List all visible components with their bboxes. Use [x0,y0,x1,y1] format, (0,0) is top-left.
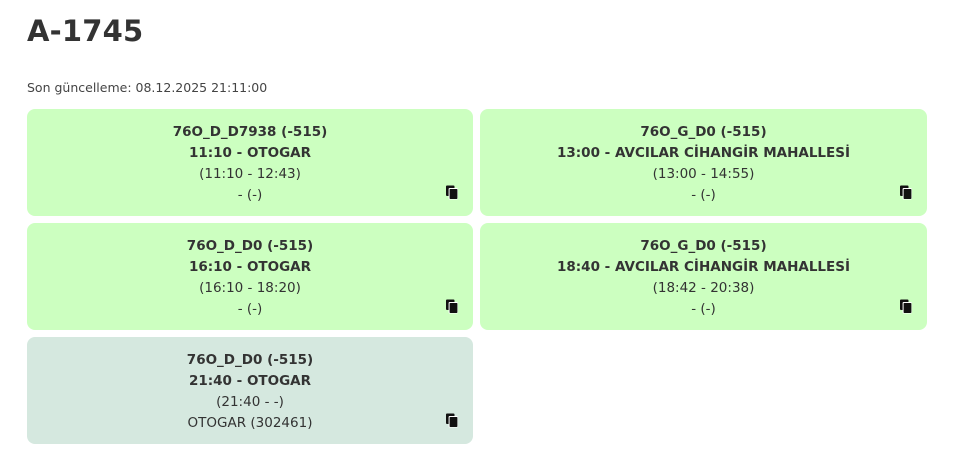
trip-stop: - (-) [691,301,716,317]
trip-departure: 18:40 - AVCILAR CİHANGİR MAHALLESİ [556,259,850,275]
trip-card-current: 76O_D_D0 (-515) 21:40 - OTOGAR (21:40 - … [27,337,473,444]
trip-card: 76O_D_D0 (-515) 16:10 - OTOGAR (16:10 - … [27,223,473,330]
last-update-label: Son güncelleme: [27,80,132,95]
trip-route: 76O_D_D0 (-515) [186,352,314,368]
trip-route: 76O_D_D7938 (-515) [172,124,328,140]
trip-grid: 76O_D_D7938 (-515) 11:10 - OTOGAR (11:10… [27,109,927,444]
copy-icon[interactable] [445,185,459,200]
trip-route: 76O_G_D0 (-515) [640,238,767,254]
trip-times: (18:42 - 20:38) [652,280,755,296]
trip-card: 76O_D_D7938 (-515) 11:10 - OTOGAR (11:10… [27,109,473,216]
copy-icon[interactable] [899,185,913,200]
trip-stop: - (-) [237,187,263,203]
last-update-value: 08.12.2025 21:11:00 [135,80,268,95]
trip-card: 76O_G_D0 (-515) 13:00 - AVCILAR CİHANGİR… [480,109,927,216]
trip-times: (16:10 - 18:20) [199,280,301,296]
trip-times: (13:00 - 14:55) [652,166,755,182]
copy-icon[interactable] [445,413,459,428]
trip-route: 76O_D_D0 (-515) [186,238,314,254]
copy-icon[interactable] [899,299,913,314]
trip-times: (21:40 - -) [216,394,284,410]
trip-stop: - (-) [237,301,263,317]
trip-departure: 11:10 - OTOGAR [188,145,312,161]
trip-route: 76O_G_D0 (-515) [640,124,767,140]
trip-stop: OTOGAR (302461) [187,415,313,431]
trip-card: 76O_G_D0 (-515) 18:40 - AVCILAR CİHANGİR… [480,223,927,330]
copy-icon[interactable] [445,299,459,314]
page-title: A-1745 [27,14,144,48]
trip-stop: - (-) [691,187,716,203]
trip-times: (11:10 - 12:43) [199,166,301,182]
last-update: Son güncelleme: 08.12.2025 21:11:00 [27,80,267,95]
trip-departure: 16:10 - OTOGAR [188,259,312,275]
trip-departure: 21:40 - OTOGAR [188,373,312,389]
trip-departure: 13:00 - AVCILAR CİHANGİR MAHALLESİ [556,145,850,161]
